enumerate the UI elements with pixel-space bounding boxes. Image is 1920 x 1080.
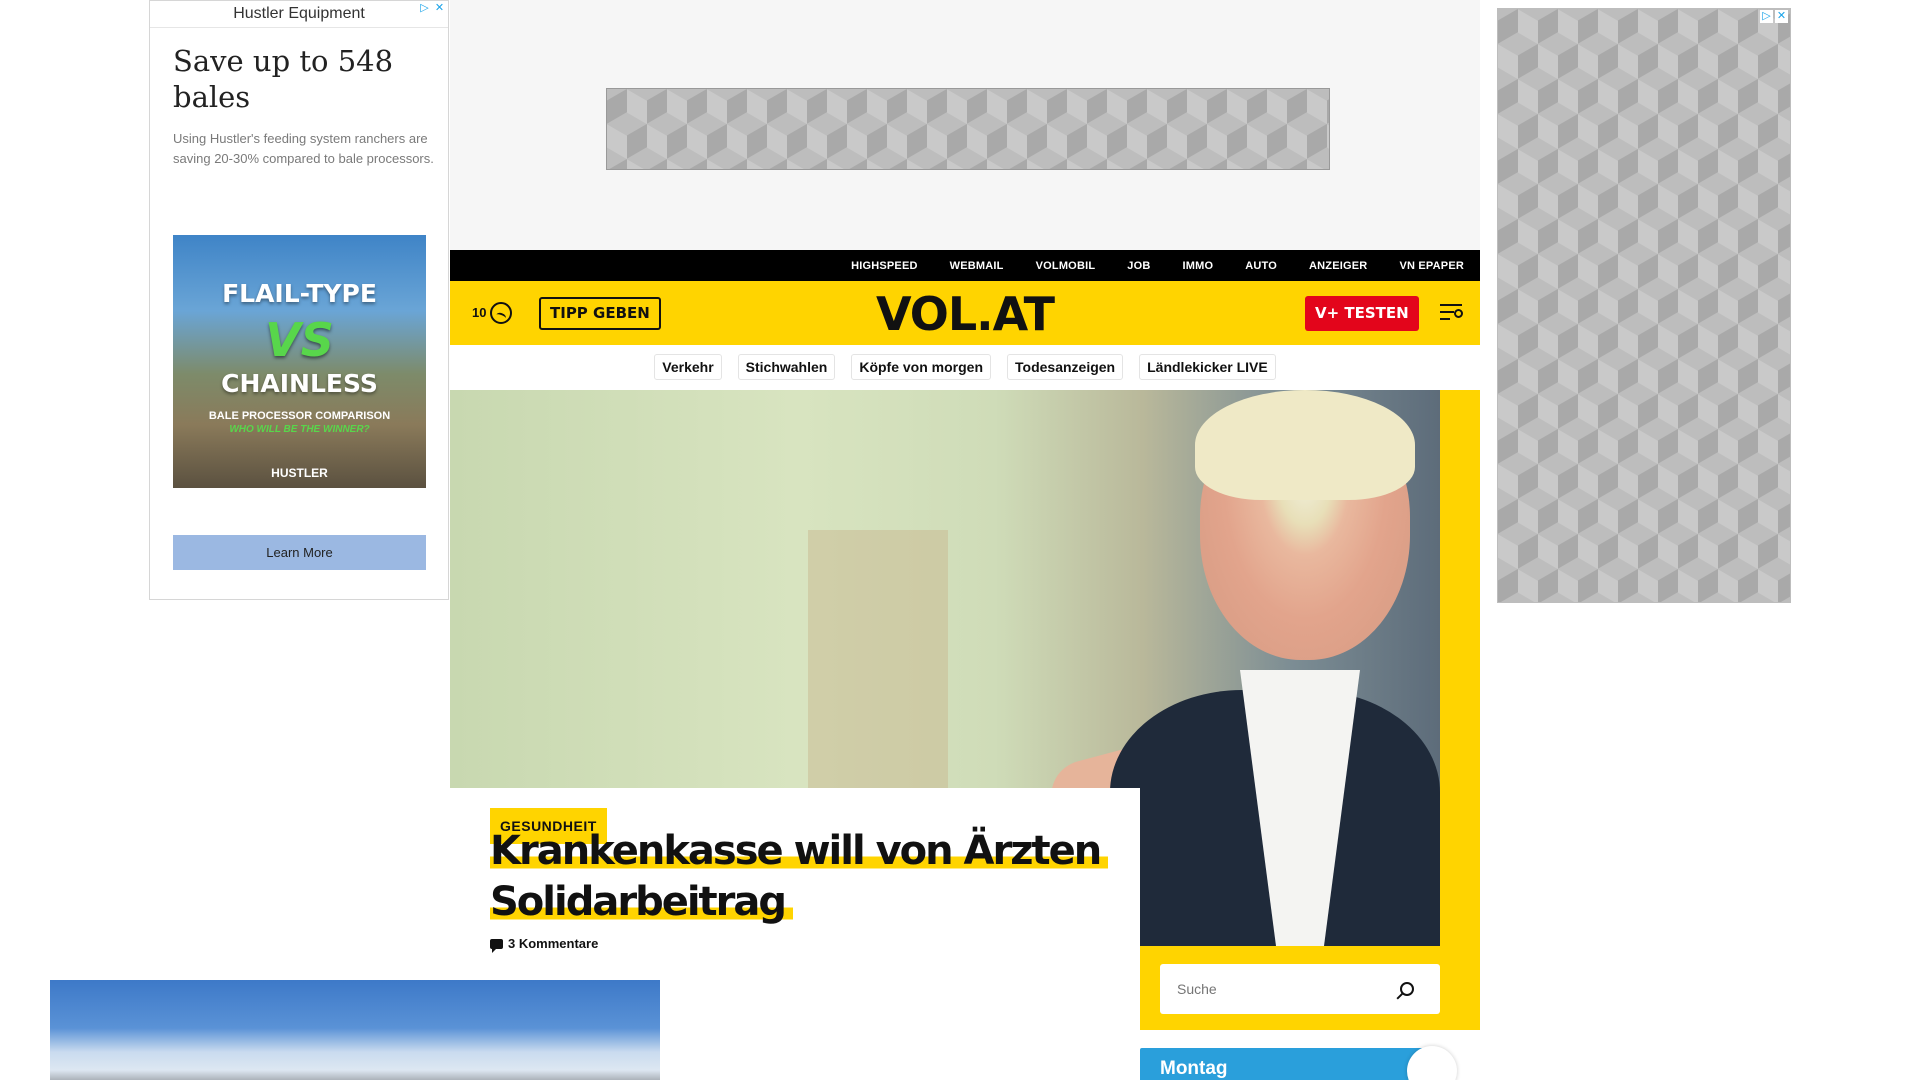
- right-advertisement[interactable]: ▷ ✕: [1497, 8, 1791, 603]
- hero-hair: [1195, 390, 1415, 500]
- creative-text-vs: VS: [265, 313, 334, 367]
- subnav-laendlekicker-live[interactable]: Ländlekicker LIVE: [1139, 354, 1276, 380]
- subnav-verkehr[interactable]: Verkehr: [654, 354, 722, 380]
- topbar-link-volmobil[interactable]: VOLMOBIL: [1036, 260, 1096, 272]
- topbar-link-job[interactable]: JOB: [1127, 260, 1150, 272]
- ad-close-icon[interactable]: ✕: [1775, 10, 1788, 23]
- vol-site: HIGHSPEED WEBMAIL VOLMOBIL JOB IMMO AUTO…: [450, 250, 1480, 1080]
- topbar-link-immo[interactable]: IMMO: [1182, 260, 1213, 272]
- topbar-link-anzeiger[interactable]: ANZEIGER: [1309, 260, 1367, 272]
- ad-headline: Save up to 548 bales: [173, 44, 394, 114]
- ad-choices-right[interactable]: ▷ ✕: [1760, 10, 1788, 23]
- hero-wall-panel: [808, 530, 948, 790]
- weather-day: Montag: [1160, 1058, 1228, 1079]
- ad-creative-image[interactable]: FLAIL-TYPE VS CHAINLESS BALE PROCESSOR C…: [173, 235, 426, 488]
- topic-subnav: Verkehr Stichwahlen Köpfe von morgen Tod…: [450, 345, 1480, 389]
- ad-body-text: Using Hustler's feeding system ranchers …: [173, 131, 434, 166]
- banner-ad-placeholder[interactable]: [606, 88, 1330, 170]
- topbar-link-auto[interactable]: AUTO: [1245, 260, 1277, 272]
- left-advertisement[interactable]: Hustler Equipment ▷ ✕ Save up to 548 bal…: [149, 0, 449, 600]
- creative-text-comparison: BALE PROCESSOR COMPARISON: [208, 410, 391, 422]
- creative-text-winner: WHO WILL BE THE WINNER?: [229, 424, 370, 435]
- topbar-link-highspeed[interactable]: HIGHSPEED: [851, 260, 918, 272]
- topbar-link-vn-epaper[interactable]: VN EPAPER: [1399, 260, 1464, 272]
- smile-icon[interactable]: [490, 302, 512, 324]
- subnav-koepfe-von-morgen[interactable]: Köpfe von morgen: [851, 354, 992, 380]
- topbar-link-webmail[interactable]: WEBMAIL: [950, 260, 1004, 272]
- top-banner-zone: [450, 0, 1480, 250]
- ad-sponsor: Hustler Equipment: [150, 1, 448, 28]
- site-header: 10 TIPP GEBEN VOL.AT V+ TESTEN: [450, 281, 1480, 345]
- service-topbar: HIGHSPEED WEBMAIL VOLMOBIL JOB IMMO AUTO…: [450, 250, 1480, 281]
- second-article-image[interactable]: [50, 980, 660, 1080]
- comment-icon: [490, 938, 503, 953]
- ad-learn-more-button[interactable]: Learn More: [173, 535, 426, 570]
- creative-text-flail: FLAIL-TYPE: [222, 279, 377, 308]
- menu-search-icon[interactable]: [1440, 301, 1466, 325]
- comments-link[interactable]: 3 Kommentare: [490, 936, 599, 953]
- weather-widget[interactable]: Montag: [1140, 1048, 1440, 1080]
- ad-info-icon[interactable]: ▷: [1760, 10, 1773, 23]
- tipp-geben-button[interactable]: TIPP GEBEN: [539, 297, 661, 330]
- site-logo[interactable]: VOL.AT: [876, 287, 1055, 341]
- hero-person: [1043, 390, 1440, 946]
- headline-line-1: Krankenkasse will von Ärzten: [490, 828, 1109, 874]
- creative-text-chainless: CHAINLESS: [221, 369, 378, 398]
- comments-count: 3 Kommentare: [508, 936, 599, 951]
- headline-line-2: Solidarbeitrag: [490, 879, 794, 925]
- search-icon[interactable]: [1400, 982, 1414, 996]
- weather-count[interactable]: 10: [472, 305, 486, 320]
- ad-choices[interactable]: ▷ ✕: [418, 2, 446, 15]
- search-input[interactable]: [1160, 964, 1440, 1014]
- subnav-stichwahlen[interactable]: Stichwahlen: [737, 354, 836, 380]
- subnav-todesanzeigen[interactable]: Todesanzeigen: [1007, 354, 1124, 380]
- creative-text-brand: HUSTLER: [271, 466, 328, 480]
- ad-close-icon[interactable]: ✕: [433, 2, 446, 15]
- article-headline[interactable]: Krankenkasse will von Ärzten Solidarbeit…: [490, 826, 1130, 928]
- vplus-testen-button[interactable]: V+ TESTEN: [1305, 296, 1419, 331]
- hero-accent-column: [1440, 390, 1480, 1030]
- ad-info-icon[interactable]: ▷: [418, 2, 431, 15]
